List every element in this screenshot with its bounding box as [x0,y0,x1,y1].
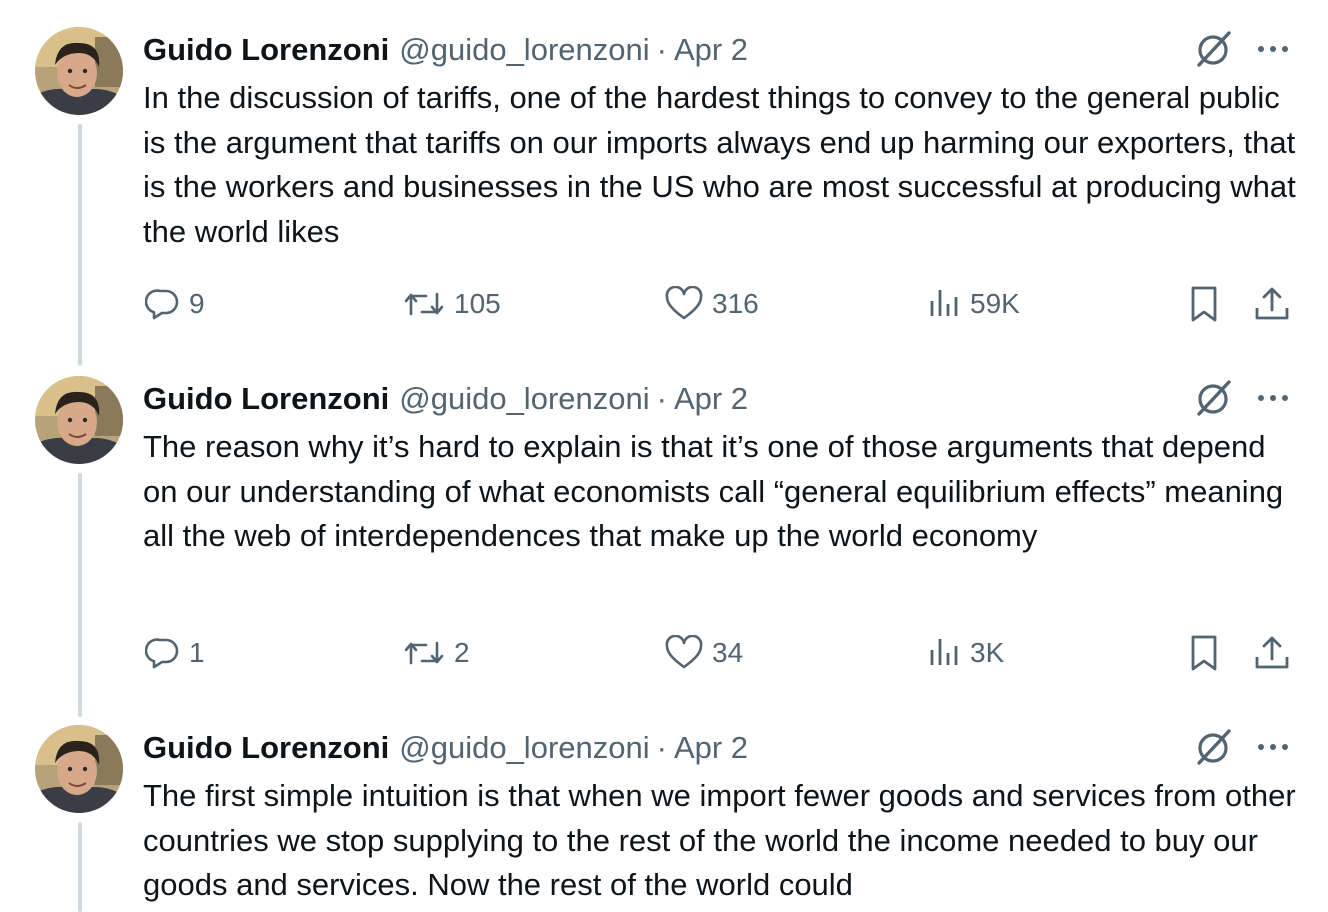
like-button[interactable]: 316 [664,282,759,326]
avatar[interactable] [35,27,123,115]
heart-icon [665,635,703,669]
tweet-date[interactable]: Apr 2 [674,381,748,417]
tweet-header: Guido Lorenzoni @guido_lorenzoni · Apr 2 [143,379,748,419]
author-handle[interactable]: @guido_lorenzoni [399,730,649,766]
author-name[interactable]: Guido Lorenzoni [143,32,389,68]
views-count: 59K [970,288,1020,319]
avatar[interactable] [35,725,123,813]
grok-icon[interactable] [1193,28,1235,70]
like-button[interactable]: 34 [664,631,743,675]
more-icon[interactable] [1254,730,1292,764]
tweet-2[interactable]: Guido Lorenzoni @guido_lorenzoni · Apr 2… [0,349,1328,717]
tweet-3[interactable]: Guido Lorenzoni @guido_lorenzoni · Apr 2… [0,698,1328,912]
avatar[interactable] [35,376,123,464]
bookmark-icon [1191,286,1217,322]
share-button[interactable] [1253,282,1291,326]
separator-dot: · [656,730,667,765]
tweet-1[interactable]: Guido Lorenzoni @guido_lorenzoni · Apr 2… [0,0,1328,366]
views-button[interactable]: 3K [926,631,1004,675]
repost-count: 105 [454,288,501,319]
tweet-text: The first simple intuition is that when … [143,778,1296,902]
grok-icon[interactable] [1193,377,1235,419]
bookmark-button[interactable] [1186,631,1222,675]
more-icon[interactable] [1254,381,1292,415]
separator-dot: · [656,32,667,67]
tweet-text: The reason why it’s hard to explain is t… [143,429,1284,553]
share-icon [1255,636,1289,669]
bookmark-button[interactable] [1186,282,1222,326]
reply-count: 1 [189,637,205,668]
repost-button[interactable]: 105 [402,282,501,326]
views-count: 3K [970,637,1005,668]
grok-icon[interactable] [1193,726,1235,768]
separator-dot: · [656,381,667,416]
reply-button[interactable]: 1 [145,631,205,675]
repost-icon [404,641,444,665]
tweet-actions: 9 105 316 59K [0,282,1328,326]
repost-button[interactable]: 2 [402,631,470,675]
author-name[interactable]: Guido Lorenzoni [143,730,389,766]
repost-icon [404,292,444,316]
thread-line [78,822,82,912]
author-name[interactable]: Guido Lorenzoni [143,381,389,417]
more-icon[interactable] [1254,32,1292,66]
reply-button[interactable]: 9 [145,282,205,326]
views-icon [930,290,958,316]
repost-count: 2 [454,637,470,668]
tweet-date[interactable]: Apr 2 [674,32,748,68]
reply-count: 9 [189,288,205,319]
heart-icon [665,286,703,320]
tweet-header: Guido Lorenzoni @guido_lorenzoni · Apr 2 [143,30,748,70]
reply-icon [145,289,179,320]
views-button[interactable]: 59K [926,282,1020,326]
tweet-actions: 1 2 34 3K [0,631,1328,675]
thread-line [78,124,82,366]
like-count: 316 [712,288,759,319]
thread-line [78,473,82,717]
author-handle[interactable]: @guido_lorenzoni [399,32,649,68]
tweet-text: In the discussion of tariffs, one of the… [143,80,1296,249]
like-count: 34 [712,637,744,668]
bookmark-icon [1191,635,1217,671]
reply-icon [145,638,179,669]
tweet-header: Guido Lorenzoni @guido_lorenzoni · Apr 2 [143,728,748,768]
share-button[interactable] [1253,631,1291,675]
author-handle[interactable]: @guido_lorenzoni [399,381,649,417]
tweet-date[interactable]: Apr 2 [674,730,748,766]
views-icon [930,639,958,665]
share-icon [1255,287,1289,320]
